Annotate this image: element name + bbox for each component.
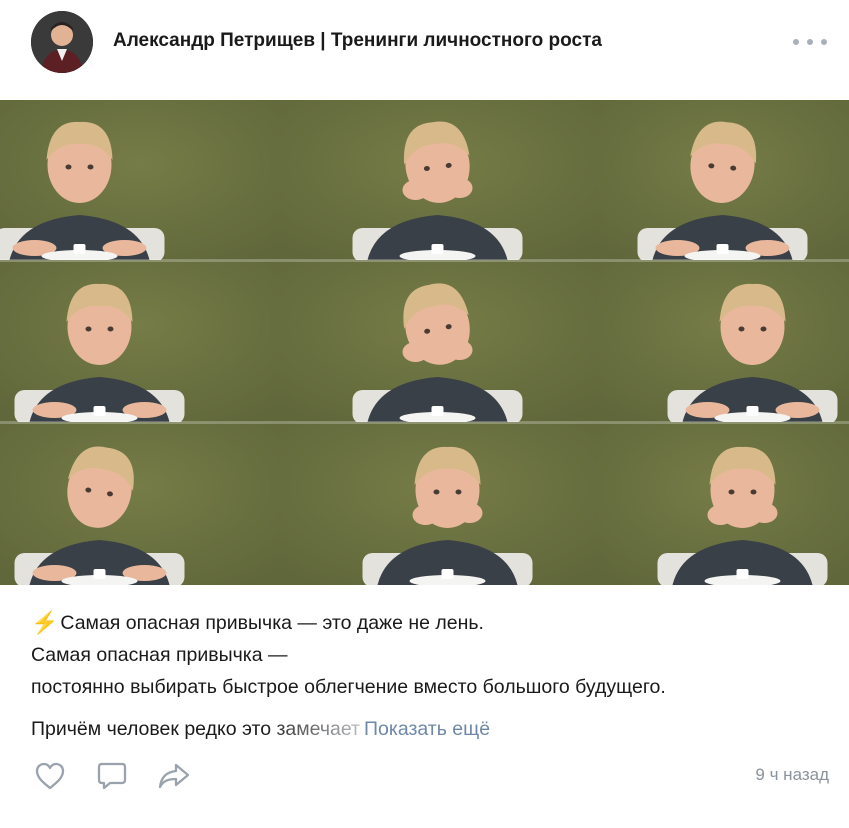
- post-footer: 9 ч назад: [0, 755, 849, 795]
- lightning-icon: ⚡: [31, 610, 59, 635]
- post-image[interactable]: [0, 100, 849, 585]
- photo-frame: [0, 422, 279, 585]
- truncated-text: Причём человек редко это замечает: [31, 718, 360, 740]
- photo-frame: [596, 422, 849, 585]
- post-header: Александр Петрищев | Тренинги личностног…: [0, 0, 849, 100]
- post-time[interactable]: 9 ч назад: [755, 765, 829, 785]
- text-line-1: ⚡ Самая опасная привычка — это даже не л…: [31, 607, 831, 639]
- dot: [821, 39, 827, 45]
- photo-frame: [279, 422, 596, 585]
- author-avatar[interactable]: [31, 11, 93, 73]
- photo-frame: [596, 260, 849, 422]
- show-more-link[interactable]: Показать ещё: [364, 718, 490, 740]
- photo-frame: [279, 260, 596, 422]
- text-line-1-content: Самая опасная привычка — это даже не лен…: [60, 612, 484, 634]
- comment-icon[interactable]: [95, 759, 129, 793]
- text-line-2: Самая опасная привычка —: [31, 644, 288, 666]
- text-line-4: Причём человек редко это замечает Показат…: [31, 713, 831, 745]
- photo-frame: [596, 100, 849, 260]
- photo-frame: [0, 100, 279, 260]
- share-icon[interactable]: [157, 759, 191, 793]
- post-card: Александр Петрищев | Тренинги личностног…: [0, 0, 849, 828]
- text-line-3: постоянно выбирать быстрое облегчение вм…: [31, 676, 666, 698]
- post-text: ⚡ Самая опасная привычка — это даже не л…: [31, 607, 831, 745]
- dot: [807, 39, 813, 45]
- heart-icon[interactable]: [33, 759, 67, 793]
- author-name[interactable]: Александр Петрищев | Тренинги личностног…: [113, 30, 602, 52]
- more-dots-icon[interactable]: [793, 30, 827, 54]
- photo-frame: [279, 100, 596, 260]
- frame-seam: [0, 259, 849, 262]
- dot: [793, 39, 799, 45]
- photo-frame: [0, 260, 279, 422]
- frame-seam: [0, 421, 849, 424]
